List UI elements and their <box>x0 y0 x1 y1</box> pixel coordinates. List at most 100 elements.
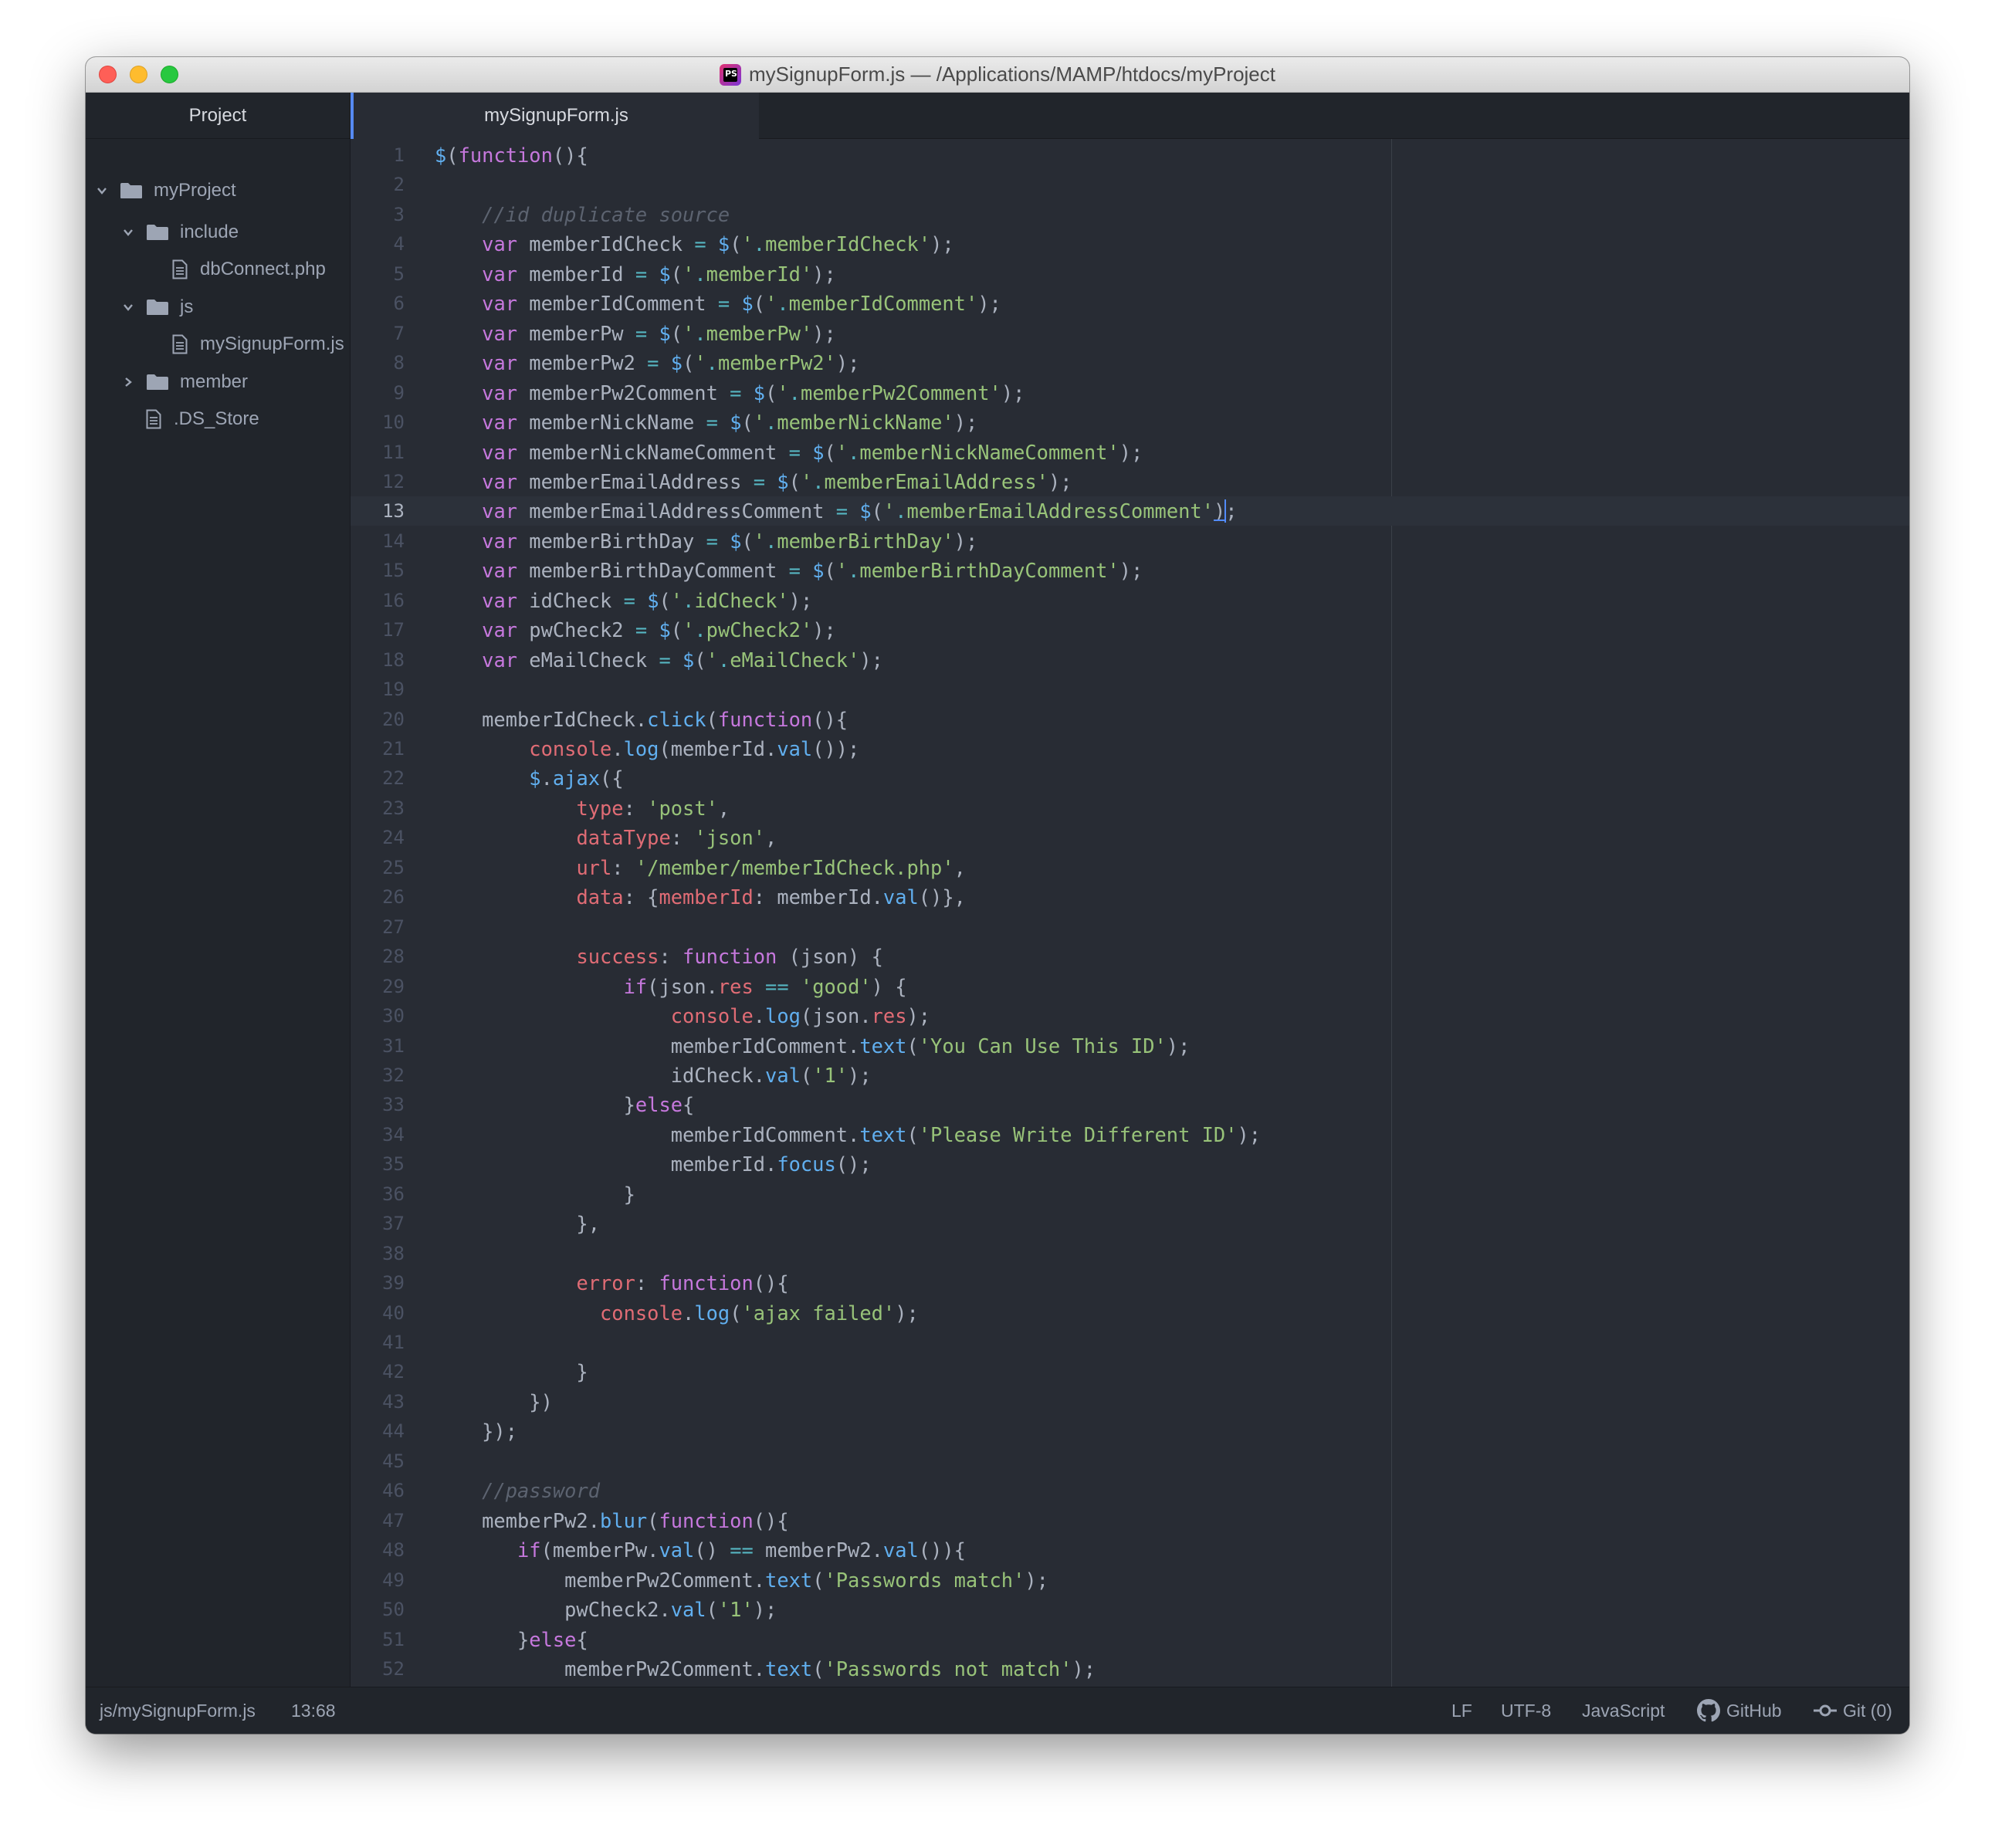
line-number[interactable]: 21 <box>351 734 405 763</box>
code-text[interactable]: var pwCheck2 = $('.pwCheck2'); <box>435 615 836 645</box>
code-line[interactable]: 2 <box>351 170 1909 199</box>
code-line[interactable]: 49 memberPw2Comment.text('Passwords matc… <box>351 1565 1909 1595</box>
status-encoding[interactable]: UTF-8 <box>1501 1687 1551 1734</box>
line-number[interactable]: 3 <box>351 200 405 229</box>
line-number[interactable]: 2 <box>351 170 405 199</box>
line-number[interactable]: 52 <box>351 1654 405 1684</box>
title-bar[interactable]: PS mySignupForm.js — /Applications/MAMP/… <box>86 57 1909 93</box>
line-number[interactable]: 26 <box>351 882 405 912</box>
sidebar-header[interactable]: Project <box>86 93 350 139</box>
code-line[interactable]: 35 memberId.focus(); <box>351 1149 1909 1179</box>
tree-folder-include[interactable]: include <box>123 215 239 249</box>
code-line[interactable]: 18 var eMailCheck = $('.eMailCheck'); <box>351 645 1909 675</box>
tree-file-mysignupform-js[interactable]: mySignupForm.js <box>172 327 344 361</box>
code-line[interactable]: 25 url: '/member/memberIdCheck.php', <box>351 853 1909 882</box>
line-number[interactable]: 33 <box>351 1090 405 1119</box>
code-line[interactable]: 6 var memberIdComment = $('.memberIdComm… <box>351 289 1909 318</box>
code-text[interactable]: //password <box>435 1476 600 1505</box>
code-text[interactable]: type: 'post', <box>435 794 730 823</box>
code-text[interactable]: memberPw2Comment.text('Passwords match')… <box>435 1565 1048 1595</box>
code-line[interactable]: 32 idCheck.val('1'); <box>351 1061 1909 1090</box>
line-number[interactable]: 12 <box>351 467 405 496</box>
code-line[interactable]: 5 var memberId = $('.memberId'); <box>351 259 1909 289</box>
code-line[interactable]: 37 }, <box>351 1209 1909 1238</box>
code-text[interactable]: dataType: 'json', <box>435 823 777 852</box>
line-number[interactable]: 49 <box>351 1565 405 1595</box>
code-line[interactable]: 46 //password <box>351 1476 1909 1505</box>
code-line[interactable]: 40 console.log('ajax failed'); <box>351 1298 1909 1328</box>
line-number[interactable]: 50 <box>351 1595 405 1624</box>
code-line[interactable]: 10 var memberNickName = $('.memberNickNa… <box>351 408 1909 437</box>
line-number[interactable]: 7 <box>351 319 405 348</box>
line-number[interactable]: 18 <box>351 645 405 675</box>
code-line[interactable]: 21 console.log(memberId.val()); <box>351 734 1909 763</box>
tree-folder-member[interactable]: member <box>123 365 248 399</box>
code-line[interactable]: 12 var memberEmailAddress = $('.memberEm… <box>351 467 1909 496</box>
code-text[interactable]: var memberPw = $('.memberPw'); <box>435 319 836 348</box>
code-line[interactable]: 52 memberPw2Comment.text('Passwords not … <box>351 1654 1909 1684</box>
line-number[interactable]: 19 <box>351 675 405 704</box>
chevron-down-icon[interactable] <box>123 227 134 238</box>
code-line[interactable]: 33 }else{ <box>351 1090 1909 1119</box>
code-text[interactable]: var memberEmailAddressComment = $('.memb… <box>435 496 1238 526</box>
code-line[interactable]: 20 memberIdCheck.click(function(){ <box>351 705 1909 734</box>
status-line-ending[interactable]: LF <box>1451 1687 1472 1734</box>
code-text[interactable]: memberPw2Comment.text('Passwords not mat… <box>435 1654 1096 1684</box>
code-line[interactable]: 11 var memberNickNameComment = $('.membe… <box>351 438 1909 467</box>
line-number[interactable]: 22 <box>351 763 405 793</box>
code-text[interactable]: //id duplicate source <box>435 200 730 229</box>
code-line[interactable]: 47 memberPw2.blur(function(){ <box>351 1506 1909 1535</box>
code-line[interactable]: 27 <box>351 912 1909 942</box>
line-number[interactable]: 48 <box>351 1535 405 1565</box>
tree-folder-js[interactable]: js <box>123 290 193 324</box>
line-number[interactable]: 16 <box>351 586 405 615</box>
code-line[interactable]: 23 type: 'post', <box>351 794 1909 823</box>
code-text[interactable]: success: function (json) { <box>435 942 882 971</box>
line-number[interactable]: 30 <box>351 1001 405 1031</box>
code-line[interactable]: 17 var pwCheck2 = $('.pwCheck2'); <box>351 615 1909 645</box>
code-text[interactable]: var memberNickName = $('.memberNickName'… <box>435 408 977 437</box>
line-number[interactable]: 29 <box>351 972 405 1001</box>
code-text[interactable]: $.ajax({ <box>435 763 623 793</box>
code-text[interactable]: } <box>435 1180 635 1209</box>
line-number[interactable]: 37 <box>351 1209 405 1238</box>
code-line[interactable]: 30 console.log(json.res); <box>351 1001 1909 1031</box>
line-number[interactable]: 15 <box>351 556 405 585</box>
code-text[interactable]: memberIdComment.text('You Can Use This I… <box>435 1031 1191 1061</box>
line-number[interactable]: 24 <box>351 823 405 852</box>
code-text[interactable]: }); <box>435 1416 517 1446</box>
code-line[interactable]: 43 }) <box>351 1387 1909 1416</box>
code-line[interactable]: 29 if(json.res == 'good') { <box>351 972 1909 1001</box>
line-number[interactable]: 42 <box>351 1357 405 1386</box>
line-number[interactable]: 44 <box>351 1416 405 1446</box>
status-file-path[interactable]: js/mySignupForm.js <box>100 1687 256 1734</box>
code-text[interactable]: memberIdComment.text('Please Write Diffe… <box>435 1120 1261 1149</box>
line-number[interactable]: 39 <box>351 1268 405 1298</box>
tab-mysignupform-js[interactable]: mySignupForm.js <box>351 93 759 139</box>
code-line[interactable]: 15 var memberBirthDayComment = $('.membe… <box>351 556 1909 585</box>
code-line[interactable]: 22 $.ajax({ <box>351 763 1909 793</box>
code-text[interactable]: console.log(json.res); <box>435 1001 930 1031</box>
code-line[interactable]: 28 success: function (json) { <box>351 942 1909 971</box>
line-number[interactable]: 35 <box>351 1149 405 1179</box>
code-text[interactable]: var memberBirthDayComment = $('.memberBi… <box>435 556 1143 585</box>
code-line[interactable]: 51 }else{ <box>351 1625 1909 1654</box>
status-cursor-position[interactable]: 13:68 <box>291 1687 336 1734</box>
line-number[interactable]: 43 <box>351 1387 405 1416</box>
code-text[interactable]: if(json.res == 'good') { <box>435 972 907 1001</box>
line-number[interactable]: 10 <box>351 408 405 437</box>
line-number[interactable]: 5 <box>351 259 405 289</box>
code-line[interactable]: 16 var idCheck = $('.idCheck'); <box>351 586 1909 615</box>
code-line-current[interactable]: 13 var memberEmailAddressComment = $('.m… <box>351 496 1909 526</box>
line-number[interactable]: 51 <box>351 1625 405 1654</box>
code-line[interactable]: 42 } <box>351 1357 1909 1386</box>
code-text[interactable]: var memberBirthDay = $('.memberBirthDay'… <box>435 526 977 556</box>
line-number[interactable]: 25 <box>351 853 405 882</box>
code-text[interactable]: } <box>435 1357 588 1386</box>
code-text[interactable]: console.log('ajax failed'); <box>435 1298 919 1328</box>
code-line[interactable]: 48 if(memberPw.val() == memberPw2.val())… <box>351 1535 1909 1565</box>
code-line[interactable]: 34 memberIdComment.text('Please Write Di… <box>351 1120 1909 1149</box>
status-grammar[interactable]: JavaScript <box>1582 1687 1665 1734</box>
code-line[interactable]: 50 pwCheck2.val('1'); <box>351 1595 1909 1624</box>
line-number[interactable]: 23 <box>351 794 405 823</box>
